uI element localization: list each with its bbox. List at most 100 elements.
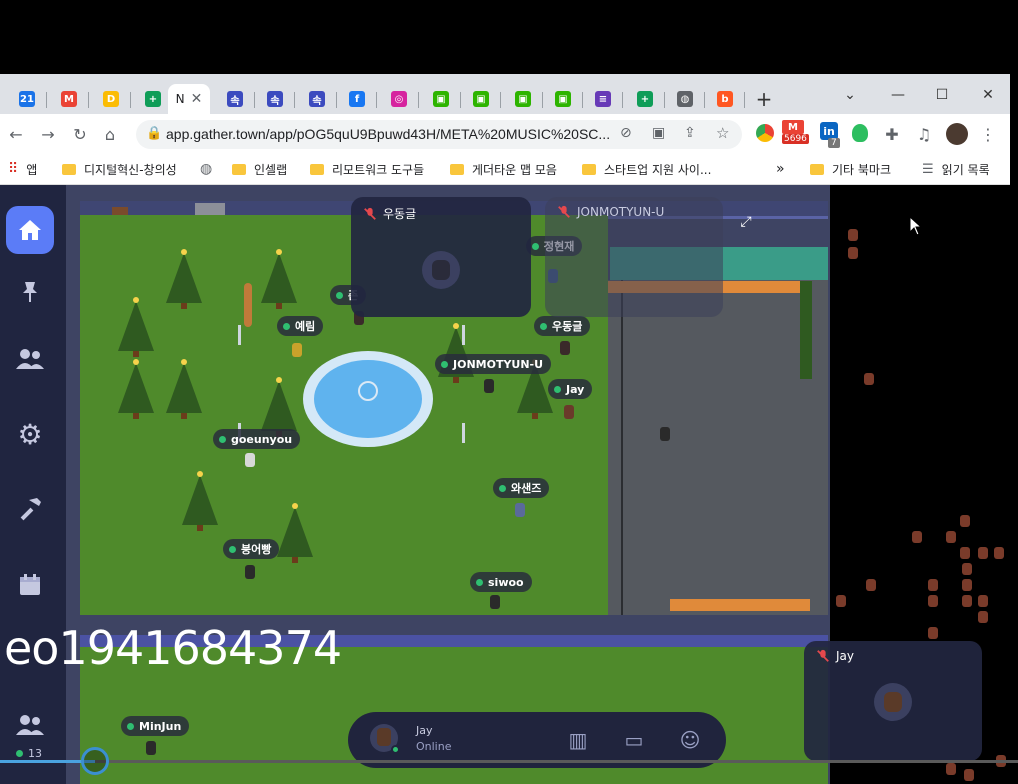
player-avatar-sprite[interactable] bbox=[660, 427, 670, 441]
self-avatar[interactable] bbox=[370, 724, 400, 754]
outside-player-sprite[interactable] bbox=[946, 763, 956, 775]
outside-player-sprite[interactable] bbox=[960, 547, 970, 559]
browser-tab[interactable]: + bbox=[628, 84, 662, 114]
browser-tab[interactable]: 21 bbox=[10, 84, 44, 114]
sidebar-home-button[interactable] bbox=[6, 206, 54, 254]
address-bar[interactable]: 🔒 app.gather.town/app/pOG5quU9Bpuwd43H/M… bbox=[136, 120, 742, 149]
back-icon[interactable]: ← bbox=[4, 122, 28, 146]
sidebar-calendar-button[interactable] bbox=[6, 561, 54, 609]
player-nametag[interactable]: 우동글 bbox=[534, 316, 591, 336]
minimize-icon[interactable]: — bbox=[878, 80, 918, 110]
outside-player-sprite[interactable] bbox=[978, 547, 988, 559]
outside-player-sprite[interactable] bbox=[928, 627, 938, 639]
bookmark-item[interactable]: ◍ bbox=[200, 160, 212, 178]
outside-player-sprite[interactable] bbox=[962, 595, 972, 607]
site-permission-icon[interactable]: ⊘ bbox=[620, 125, 632, 141]
sidebar-participants-button[interactable] bbox=[6, 701, 54, 749]
player-avatar-sprite[interactable] bbox=[490, 595, 500, 609]
bookmark-item[interactable]: 디지털혁신-창의성 bbox=[62, 160, 177, 178]
player-avatar-sprite[interactable] bbox=[245, 565, 255, 579]
outside-player-sprite[interactable] bbox=[928, 595, 938, 607]
outside-player-sprite[interactable] bbox=[978, 611, 988, 623]
outside-player-sprite[interactable] bbox=[912, 531, 922, 543]
bookmark-item[interactable]: 리모트워크 도구들 bbox=[310, 160, 424, 178]
player-nametag[interactable]: siwoo bbox=[470, 572, 532, 592]
browser-tab[interactable]: f bbox=[340, 84, 374, 114]
browser-tab[interactable]: 속 bbox=[300, 84, 334, 114]
player-avatar-sprite[interactable] bbox=[292, 343, 302, 357]
browser-tab[interactable]: ≡ bbox=[586, 84, 620, 114]
tab-search-icon[interactable]: ⌄ bbox=[830, 80, 870, 110]
player-nametag[interactable]: goeunyou bbox=[213, 429, 301, 449]
bookmark-item[interactable]: ☰ 읽기 목록 bbox=[922, 160, 990, 178]
browser-tab[interactable]: ▣ bbox=[424, 84, 458, 114]
outside-player-sprite[interactable] bbox=[946, 531, 956, 543]
sidebar-people-button[interactable] bbox=[6, 335, 54, 383]
share-icon[interactable]: ⇪ bbox=[684, 125, 696, 141]
reload-icon[interactable]: ↻ bbox=[68, 122, 92, 146]
player-avatar-sprite[interactable] bbox=[564, 405, 574, 419]
browser-tab[interactable]: 속 bbox=[258, 84, 292, 114]
outside-player-sprite[interactable] bbox=[994, 547, 1004, 559]
video-progress-track[interactable] bbox=[0, 760, 1018, 763]
bookmark-item[interactable]: 스타트업 지원 사이... bbox=[582, 160, 711, 178]
player-nametag[interactable]: MinJun bbox=[121, 716, 190, 736]
player-avatar-sprite[interactable] bbox=[560, 341, 570, 355]
browser-tab[interactable]: 속 bbox=[218, 84, 252, 114]
media-control-icon[interactable]: ♫ bbox=[912, 122, 936, 146]
video-card-jonmotyun[interactable]: JONMOTYUN-U ⤢ bbox=[545, 197, 752, 317]
maximize-icon[interactable]: ☐ bbox=[922, 80, 962, 110]
browser-tab[interactable]: ▣ bbox=[464, 84, 498, 114]
close-tab-icon[interactable]: ✕ bbox=[191, 91, 203, 107]
emoji-icon[interactable]: ☺ bbox=[676, 728, 704, 752]
player-avatar-sprite[interactable] bbox=[484, 379, 494, 393]
browser-tab[interactable]: ▣ bbox=[546, 84, 580, 114]
browser-tab[interactable]: ▣ bbox=[506, 84, 540, 114]
browser-tab[interactable]: ◍ bbox=[668, 84, 702, 114]
bookmark-item[interactable]: » bbox=[776, 160, 785, 178]
outside-player-sprite[interactable] bbox=[928, 579, 938, 591]
outside-player-sprite[interactable] bbox=[962, 563, 972, 575]
bookmark-star-icon[interactable]: ☆ bbox=[716, 124, 729, 142]
outside-player-sprite[interactable] bbox=[866, 579, 876, 591]
map-icon[interactable]: ▥ bbox=[564, 728, 592, 752]
gmail-extension[interactable]: M 5696 bbox=[782, 120, 810, 146]
bookmark-item[interactable]: 인셀랩 bbox=[232, 160, 287, 178]
profile-avatar[interactable] bbox=[946, 123, 968, 145]
tab-active-gather[interactable]: N ✕ bbox=[168, 84, 210, 114]
player-avatar-sprite[interactable] bbox=[245, 453, 255, 467]
extensions-puzzle-icon[interactable]: ✚ bbox=[880, 122, 904, 146]
expand-icon[interactable]: ⤢ bbox=[735, 211, 757, 233]
player-nametag[interactable]: 붕어빵 bbox=[223, 539, 280, 559]
browser-tab[interactable]: M bbox=[52, 84, 86, 114]
outside-player-sprite[interactable] bbox=[848, 247, 858, 259]
screen-share-icon[interactable]: ▭ bbox=[620, 728, 648, 752]
player-nametag[interactable]: 예림 bbox=[277, 316, 324, 336]
new-tab-button[interactable]: + bbox=[752, 87, 776, 111]
outside-player-sprite[interactable] bbox=[836, 595, 846, 607]
video-progress-knob[interactable] bbox=[81, 747, 109, 775]
player-nametag[interactable]: 와샌즈 bbox=[493, 478, 550, 498]
player-avatar-sprite[interactable] bbox=[515, 503, 525, 517]
player-nametag[interactable]: JONMOTYUN-U bbox=[435, 354, 552, 374]
outside-player-sprite[interactable] bbox=[978, 595, 988, 607]
bookmark-item[interactable]: 기타 북마크 bbox=[810, 160, 891, 178]
sidebar-settings-button[interactable]: ⚙ bbox=[6, 410, 54, 458]
close-window-icon[interactable]: ✕ bbox=[968, 80, 1008, 110]
bookmark-item[interactable]: ⠿ 앱 bbox=[8, 160, 37, 178]
forward-icon[interactable]: → bbox=[36, 122, 60, 146]
outside-player-sprite[interactable] bbox=[848, 229, 858, 241]
popup-blocked-icon[interactable]: ▣ bbox=[652, 125, 665, 141]
menu-kebab-icon[interactable]: ⋮ bbox=[976, 122, 1000, 146]
video-card-jay[interactable]: Jay bbox=[804, 641, 982, 761]
browser-tab[interactable]: b bbox=[708, 84, 742, 114]
outside-player-sprite[interactable] bbox=[864, 373, 874, 385]
sidebar-pin-button[interactable] bbox=[6, 268, 54, 316]
evernote-icon[interactable] bbox=[852, 124, 868, 142]
browser-tab[interactable]: + bbox=[136, 84, 170, 114]
outside-player-sprite[interactable] bbox=[960, 515, 970, 527]
bookmark-item[interactable]: 게더타운 맵 모음 bbox=[450, 160, 557, 178]
chrome-extension-icon[interactable] bbox=[756, 124, 774, 142]
sidebar-build-button[interactable] bbox=[6, 485, 54, 533]
outside-player-sprite[interactable] bbox=[962, 579, 972, 591]
